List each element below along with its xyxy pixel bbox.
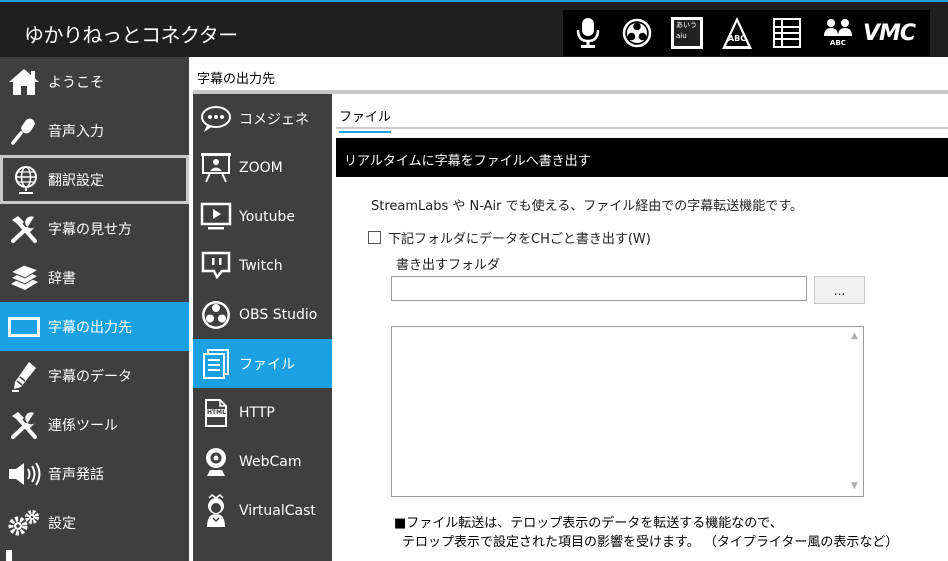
sidebar-item-label: 連係ツール: [48, 417, 118, 434]
document-icon: [193, 339, 239, 388]
subnav-item-label: WebCam: [239, 453, 302, 470]
note-line-2: テロップ表示で設定された項目の影響を受けます。 （タイプライター風の表示など）: [402, 535, 899, 550]
app-title: ゆかりねっとコネクター: [24, 23, 238, 47]
sidebar-item-label: 音声入力: [48, 123, 104, 140]
sidebar-item-voice-input[interactable]: 音声入力: [0, 106, 189, 155]
subnav-item-zoom[interactable]: ZOOM: [193, 143, 332, 192]
sidebar-item-label: ようこそ: [48, 74, 104, 91]
toolbar: あいう aiu ABC ABC VMC: [563, 10, 930, 56]
sidebar-item-speech[interactable]: 音声発話: [0, 449, 189, 498]
obs-icon[interactable]: [620, 16, 654, 50]
gears-icon: [0, 498, 48, 547]
sidebar-overflow-item: [6, 550, 12, 561]
sidebar-item-translation[interactable]: 翻訳設定: [0, 155, 189, 204]
sidebar-item-label: 字幕のデータ: [48, 368, 132, 385]
abc-chart-icon[interactable]: ABC: [721, 16, 753, 50]
subnav-item-label: ZOOM: [239, 159, 283, 176]
sidebar-item-subtitle-style[interactable]: 字幕の見せ方: [0, 204, 189, 253]
subnav-item-label: コメジェネ: [239, 111, 309, 128]
subnav-item-label: Youtube: [239, 208, 295, 225]
sidebar-item-label: 辞書: [48, 270, 76, 287]
globe-icon: [3, 155, 48, 204]
sidebar-item-label: 設定: [48, 515, 76, 532]
output-log-textarea[interactable]: ▲ ▼: [391, 326, 864, 497]
home-icon: [0, 57, 48, 106]
pen-icon: [0, 351, 48, 400]
file-transfer-note: ■ファイル転送は、テロップ表示のデータを転送する機能なので、 テロップ表示で設定…: [394, 514, 898, 552]
browse-folder-button[interactable]: ...: [814, 276, 865, 304]
microphone-icon: [0, 106, 48, 155]
subnav-item-label: HTTP: [239, 404, 275, 421]
subnav-item-comment-generator[interactable]: コメジェネ: [193, 94, 332, 143]
banner-text: リアルタイムに字幕をファイルへ書き出す: [344, 154, 591, 169]
tools-icon: [0, 204, 48, 253]
table-text-icon[interactable]: [771, 16, 803, 50]
html-badge: HTML: [207, 408, 226, 417]
microphone-icon[interactable]: [573, 16, 603, 50]
sidebar: ようこそ 音声入力 翻訳設定 字幕の見せ方 辞書 字幕の出力先 字幕のデータ 連…: [0, 57, 189, 561]
sidebar-item-settings[interactable]: 設定: [0, 498, 189, 547]
scroll-up-arrow[interactable]: ▲: [849, 331, 860, 342]
obs-icon: [193, 290, 239, 339]
aiueo-icon[interactable]: あいう aiu: [671, 16, 703, 50]
file-output-panel: ファイル リアルタイムに字幕をファイルへ書き出す StreamLabs や N-…: [336, 94, 948, 561]
write-per-channel-label[interactable]: 下記フォルダにデータをCHごと書き出す(W): [388, 228, 651, 247]
note-line-1: ■ファイル転送は、テロップ表示のデータを転送する機能なので、: [394, 516, 783, 531]
subnav-item-twitch[interactable]: Twitch: [193, 241, 332, 290]
aiueo-text-top: あいう: [676, 21, 697, 29]
sidebar-item-subtitle-output[interactable]: 字幕の出力先: [0, 302, 189, 351]
sidebar-item-label: 音声発話: [48, 466, 104, 483]
subnav-item-label: Twitch: [239, 257, 283, 274]
monitor-icon: [0, 302, 48, 351]
output-folder-input[interactable]: [391, 276, 807, 301]
presentation-icon: [193, 143, 239, 192]
sidebar-item-label: 字幕の見せ方: [48, 221, 132, 238]
scroll-down-arrow[interactable]: ▼: [849, 481, 860, 492]
subnav-item-file[interactable]: ファイル: [193, 339, 332, 388]
subnav-item-http[interactable]: HTML HTTP: [193, 388, 332, 437]
sidebar-item-dictionary[interactable]: 辞書: [0, 253, 189, 302]
avatar-icon: [193, 486, 239, 535]
subnav-item-label: ファイル: [239, 356, 295, 373]
speaker-icon: [0, 449, 48, 498]
log-scrollbar[interactable]: ▲ ▼: [846, 327, 863, 496]
users-abc-text: ABC: [830, 39, 846, 47]
sidebar-item-welcome[interactable]: ようこそ: [0, 57, 189, 106]
output-subnav: コメジェネ ZOOM Youtube Twitch OBS Studio ファイ…: [193, 94, 332, 561]
write-per-channel-checkbox[interactable]: [368, 231, 381, 244]
sidebar-item-integration-tools[interactable]: 連係ツール: [0, 400, 189, 449]
section-header: 字幕の出力先: [193, 57, 948, 94]
users-abc-icon[interactable]: ABC: [821, 16, 855, 50]
subnav-item-webcam[interactable]: WebCam: [193, 437, 332, 486]
write-per-channel-row: 下記フォルダにデータをCHごと書き出す(W): [368, 228, 651, 247]
tab-bar: ファイル: [336, 94, 948, 133]
subnav-item-youtube[interactable]: Youtube: [193, 192, 332, 241]
subnav-item-obs-studio[interactable]: OBS Studio: [193, 290, 332, 339]
twitch-icon: [193, 241, 239, 290]
tools-icon: [0, 400, 48, 449]
subnav-item-virtualcast[interactable]: VirtualCast: [193, 486, 332, 535]
feature-description: StreamLabs や N-Air でも使える、ファイル経由での字幕転送機能で…: [371, 199, 803, 214]
play-screen-icon: [193, 192, 239, 241]
section-banner: リアルタイムに字幕をファイルへ書き出す: [336, 138, 948, 177]
html-file-icon: HTML: [193, 388, 239, 437]
sidebar-item-label: 字幕の出力先: [48, 319, 132, 336]
sidebar-item-label: 翻訳設定: [48, 172, 104, 189]
tab-file[interactable]: ファイル: [339, 106, 392, 133]
speech-bubble-icon: [193, 94, 239, 143]
section-title: 字幕の出力先: [197, 72, 276, 87]
abc-chart-text: ABC: [727, 34, 747, 43]
title-bar: ゆかりねっとコネクター あいう aiu ABC ABC VMC: [0, 0, 948, 57]
output-folder-label: 書き出すフォルダ: [396, 258, 501, 273]
books-icon: [0, 253, 48, 302]
aiueo-text-bottom: aiu: [676, 32, 687, 40]
webcam-icon: [193, 437, 239, 486]
vmc-icon[interactable]: VMC: [863, 16, 916, 50]
subnav-item-label: VirtualCast: [239, 502, 316, 519]
sidebar-item-subtitle-data[interactable]: 字幕のデータ: [0, 351, 189, 400]
subnav-item-label: OBS Studio: [239, 306, 318, 323]
